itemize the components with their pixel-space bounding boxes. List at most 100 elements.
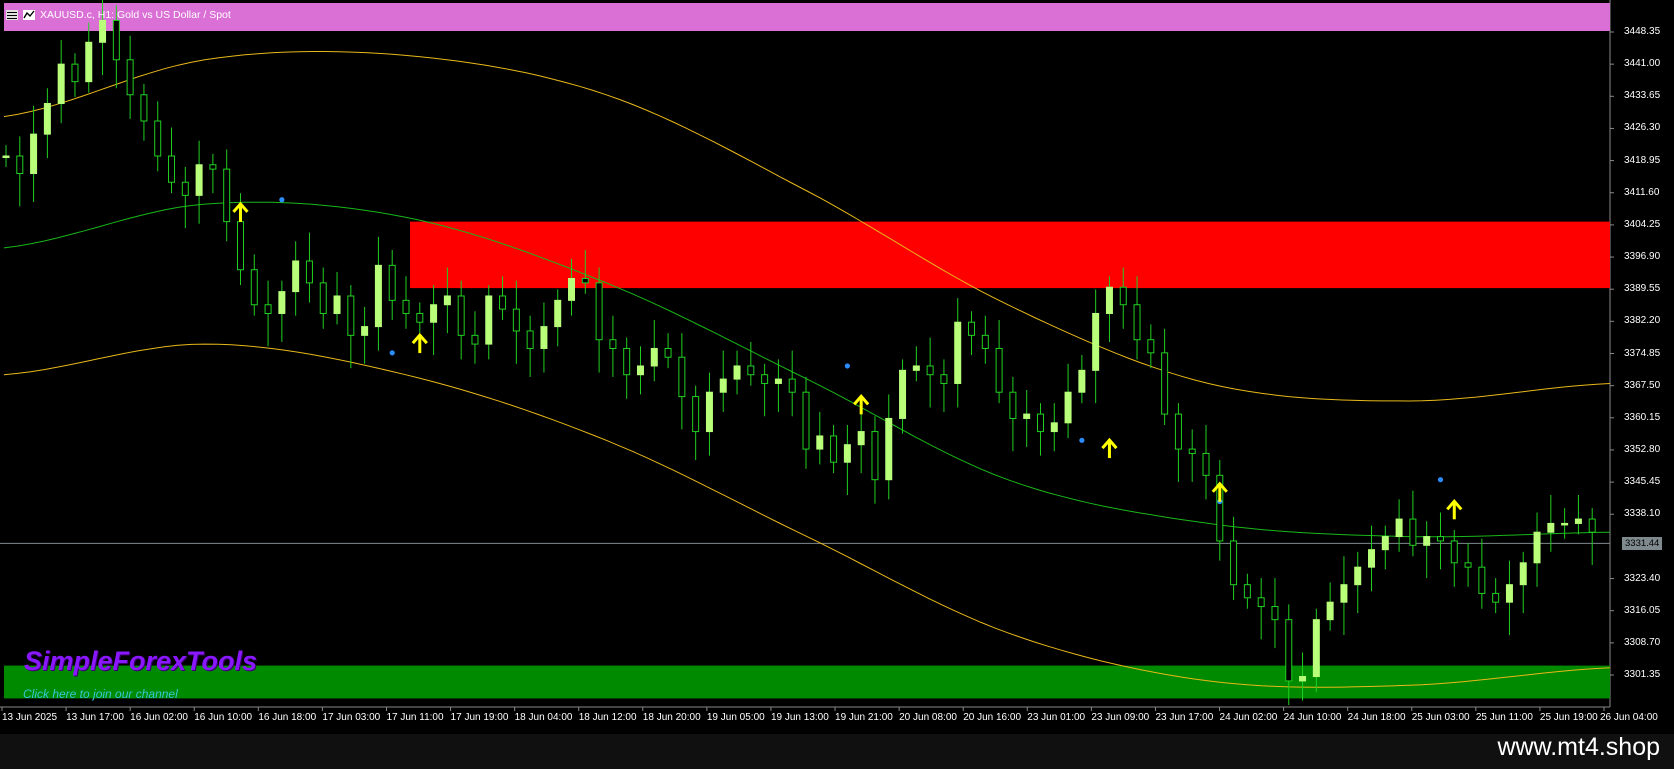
title-bar: XAUUSD.c, H1: Gold vs US Dollar / Spot (0, 0, 231, 30)
candle-body (71, 63, 79, 83)
candle-body (319, 282, 327, 314)
time-tick-label: 16 Jun 10:00 (194, 712, 253, 723)
candle-body (636, 365, 644, 376)
candle-body (1230, 540, 1238, 586)
candle-body (85, 41, 93, 83)
candle-body (236, 221, 244, 271)
candle-body (526, 330, 534, 349)
time-tick-label: 23 Jun 09:00 (1091, 712, 1150, 723)
candle-body (1436, 536, 1444, 542)
price-tick-label: 3301.35 (1624, 669, 1661, 680)
time-tick-label: 18 Jun 12:00 (578, 712, 637, 723)
candle-body (16, 155, 24, 175)
candle-body (43, 103, 51, 135)
candle-body (1023, 413, 1031, 419)
time-tick-label: 25 Jun 11:00 (1475, 712, 1533, 723)
candle-body (1547, 522, 1555, 533)
candle-body (830, 435, 838, 463)
candle-body (609, 339, 617, 349)
candle-body (126, 59, 134, 96)
candle-body (1519, 562, 1527, 586)
candle-body (512, 308, 520, 332)
candle-body (209, 164, 217, 170)
candle-body (430, 304, 438, 323)
time-tick-label: 23 Jun 17:00 (1155, 712, 1214, 723)
candle-body (443, 295, 451, 306)
signal-dot (389, 350, 395, 356)
signal-dot (1079, 437, 1085, 443)
time-tick-label: 17 Jun 11:00 (386, 712, 444, 723)
current-price-label: 3331.44 (1622, 537, 1663, 550)
price-tick-label: 3345.45 (1624, 476, 1661, 488)
price-tick-label: 3338.10 (1624, 508, 1661, 520)
chart-window: XAUUSD.c, H1: Gold vs US Dollar / Spot 3… (0, 0, 1674, 769)
candle-body (1588, 518, 1596, 533)
candle-body (968, 321, 976, 336)
price-tick-label: 3418.95 (1624, 154, 1661, 166)
time-tick-label: 19 Jun 13:00 (770, 712, 829, 723)
candle-body (857, 431, 865, 446)
price-tick-label: 3426.30 (1624, 122, 1661, 134)
watermark-bar (0, 734, 1674, 769)
signal-dot (1437, 477, 1444, 483)
candle-body (195, 164, 203, 196)
candle-body (1009, 391, 1017, 419)
candle-body (1161, 352, 1169, 415)
candle-body (554, 299, 562, 328)
candle-body (1188, 448, 1196, 454)
candle-body (774, 378, 782, 384)
candle-body (1243, 584, 1251, 599)
candle-body (1561, 522, 1569, 526)
candle-body (692, 396, 700, 433)
candle-body (154, 120, 162, 157)
candle-body (1368, 549, 1376, 568)
candle-body (264, 304, 272, 314)
time-tick-label: 20 Jun 16:00 (963, 712, 1022, 723)
join-channel-link[interactable]: Click here to join our channel (23, 687, 178, 701)
candle-body (705, 391, 713, 433)
candle-body (57, 63, 65, 105)
time-tick-label: 24 Jun 02:00 (1219, 712, 1278, 723)
time-tick-label: 20 Jun 08:00 (899, 712, 957, 723)
candle-body (402, 299, 410, 314)
candle-body (416, 312, 424, 323)
candle-body (995, 347, 1003, 393)
time-tick-label: 24 Jun 18:00 (1347, 712, 1406, 723)
candle-body (1202, 452, 1210, 476)
price-tick-label: 3411.60 (1624, 186, 1660, 198)
candle-body (1147, 339, 1155, 354)
price-tick-label: 3448.35 (1624, 26, 1661, 37)
candle-body (333, 295, 341, 314)
candle-body (361, 326, 369, 336)
candle-body (223, 168, 231, 223)
candle-body (305, 260, 313, 284)
plot-area (0, 0, 1610, 707)
candle-body (388, 264, 396, 301)
signal-dot (844, 363, 850, 369)
candle-body (1574, 518, 1582, 524)
candle-body (1257, 597, 1265, 608)
price-tick-label: 3352.80 (1624, 443, 1661, 455)
candle-body (761, 374, 769, 384)
time-tick-label: 18 Jun 04:00 (514, 712, 573, 723)
candle-body (485, 295, 493, 345)
candle-body (650, 347, 658, 367)
candle-body (581, 277, 589, 284)
signal-dot (279, 197, 285, 203)
price-tick-label: 3404.25 (1624, 218, 1661, 230)
candle-body (912, 365, 920, 371)
time-tick-label: 13 Jun 17:00 (66, 712, 124, 723)
candle-body (1092, 312, 1100, 371)
candle-body (926, 365, 934, 376)
price-tick-label: 3316.05 (1624, 604, 1661, 616)
price-tick-label: 3382.20 (1624, 315, 1661, 327)
price-tick-label: 3308.70 (1624, 636, 1661, 648)
time-tick-label: 16 Jun 02:00 (130, 712, 188, 723)
candle-body (1119, 286, 1127, 306)
chart-menu-icon[interactable] (6, 10, 18, 20)
candle-body (719, 378, 727, 393)
candle-body (747, 365, 755, 376)
time-tick-label: 19 Jun 05:00 (706, 712, 765, 723)
candle-body (374, 264, 382, 328)
brand-logo: SimpleForexTools (24, 646, 258, 676)
